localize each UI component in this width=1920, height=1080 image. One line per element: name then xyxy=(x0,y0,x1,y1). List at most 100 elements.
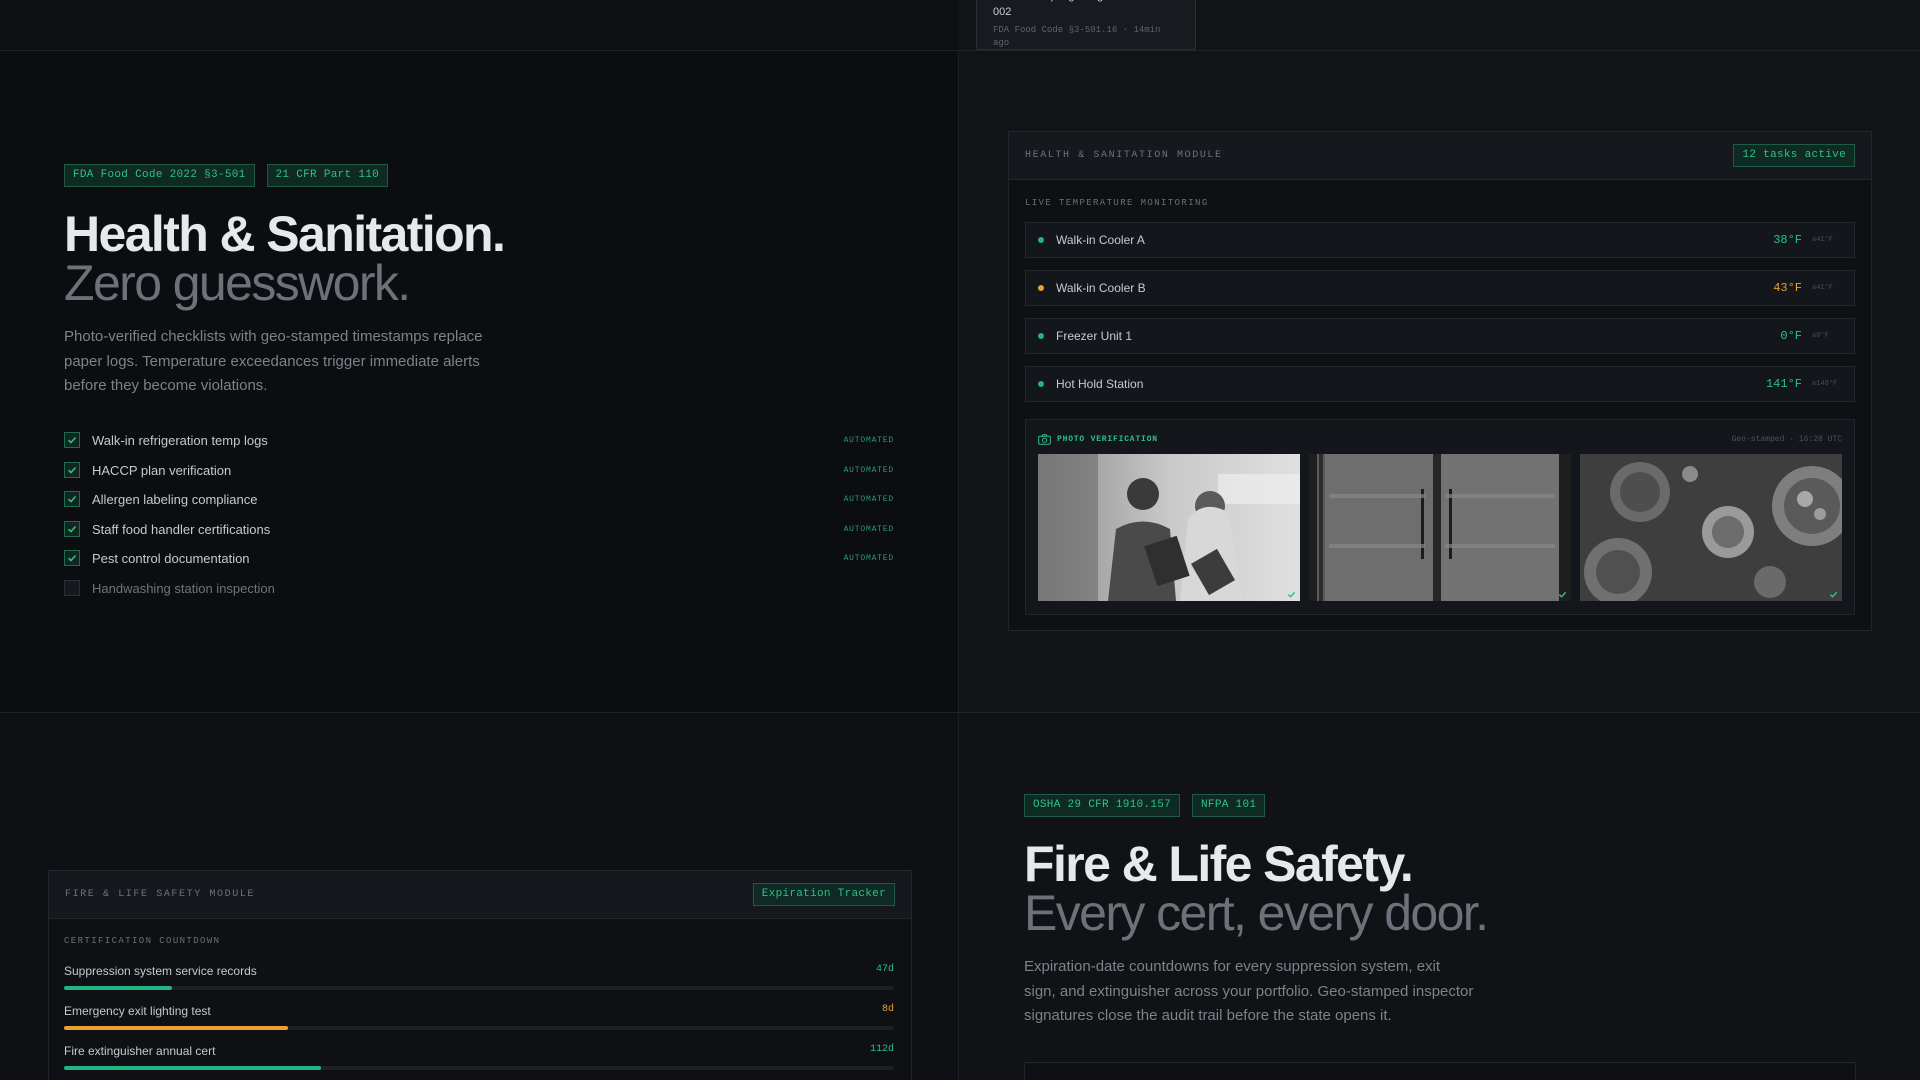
verified-check-icon xyxy=(1558,591,1567,598)
checklist-item[interactable]: Staff food handler certifications AUTOMA… xyxy=(64,519,894,539)
section-divider-top xyxy=(0,50,1920,51)
checkbox-checked[interactable] xyxy=(64,462,80,478)
badge-nfpa-101: NFPA 101 xyxy=(1192,794,1266,817)
temperature-value: 141°F xyxy=(1765,377,1802,391)
task-notification-card[interactable]: Walk-in temp log assigned — FAC-002 FDA … xyxy=(976,0,1196,50)
progress-fill xyxy=(64,1066,322,1070)
check-icon xyxy=(67,495,77,503)
checklist-item-label: Allergen labeling compliance xyxy=(92,491,258,507)
fire-badges: OSHA 29 CFR 1910.157 NFPA 101 xyxy=(1024,794,1266,817)
fire-subtitle: Every cert, every door. xyxy=(1024,885,1489,941)
temperature-row[interactable]: Hot Hold Station 141°F ≥140°F xyxy=(1025,366,1855,402)
temperature-row[interactable]: Walk-in Cooler B 43°F ≤41°F xyxy=(1025,270,1855,306)
fire-title: Fire & Life Safety. xyxy=(1024,836,1414,892)
panel-title: HEALTH & SANITATION MODULE xyxy=(1025,150,1223,161)
panel-header: FIRE & LIFE SAFETY MODULE Expiration Tra… xyxy=(49,871,911,919)
checkbox-checked[interactable] xyxy=(64,491,80,507)
checkbox-checked[interactable] xyxy=(64,432,80,448)
badge-fda-food-code: FDA Food Code 2022 §3-501 xyxy=(64,164,255,187)
temperature-row[interactable]: Freezer Unit 1 0°F ≤0°F xyxy=(1025,318,1855,354)
badge-osha: OSHA 29 CFR 1910.157 xyxy=(1024,794,1181,817)
photo-verification-box: PHOTO VERIFICATION Geo-stamped · 16:28 U… xyxy=(1025,419,1855,615)
unit-name: Freezer Unit 1 xyxy=(1056,329,1133,343)
section-divider-middle xyxy=(0,712,1920,713)
geo-stamp: Geo-stamped · 16:28 UTC xyxy=(1731,434,1842,444)
temperature-limit: ≤41°F xyxy=(1812,236,1834,244)
status-dot xyxy=(1038,333,1044,339)
status-dot xyxy=(1038,381,1044,387)
checklist-item[interactable]: HACCP plan verification AUTOMATED xyxy=(64,460,894,480)
temperature-limit: ≤41°F xyxy=(1812,284,1834,292)
automated-tag: AUTOMATED xyxy=(843,553,894,563)
temperature-row[interactable]: Walk-in Cooler A 38°F ≤41°F xyxy=(1025,222,1855,258)
verified-check-icon xyxy=(1829,591,1838,598)
fire-description: Expiration-date countdowns for every sup… xyxy=(1024,958,1474,1024)
health-heading: Health & Sanitation. Zero guesswork. xyxy=(64,206,506,311)
health-description: Photo-verified checklists with geo-stamp… xyxy=(64,328,483,394)
notification-meta: FDA Food Code §3-501.16 · 14min ago xyxy=(993,25,1161,48)
inspection-photo-image xyxy=(1038,454,1300,601)
check-icon xyxy=(67,436,77,444)
temperature-limit: ≤0°F xyxy=(1812,332,1829,340)
verification-photo-inspection[interactable] xyxy=(1038,454,1300,601)
verification-photo-food[interactable] xyxy=(1580,454,1842,601)
health-sanitation-module-panel: HEALTH & SANITATION MODULE 12 tasks acti… xyxy=(1008,131,1872,631)
automated-tag: AUTOMATED xyxy=(843,435,894,445)
temperature-limit: ≥140°F xyxy=(1812,380,1838,388)
health-title: Health & Sanitation. xyxy=(64,206,506,262)
progress-fill xyxy=(64,1026,289,1030)
expiration-tracker-badge: Expiration Tracker xyxy=(752,883,895,906)
progress-track xyxy=(64,1066,894,1070)
verification-photo-cooler[interactable] xyxy=(1309,454,1571,601)
column-divider xyxy=(958,50,959,1080)
automated-tag: AUTOMATED xyxy=(843,524,894,534)
progress-fill xyxy=(64,986,172,990)
panel-title: FIRE & LIFE SAFETY MODULE xyxy=(65,889,256,900)
health-badges: FDA Food Code 2022 §3-501 21 CFR Part 11… xyxy=(64,164,389,187)
checklist-item[interactable]: Handwashing station inspection xyxy=(64,578,894,598)
checkbox-checked[interactable] xyxy=(64,550,80,566)
unit-name: Walk-in Cooler A xyxy=(1056,233,1145,247)
certification-row[interactable]: Suppression system service records 47d xyxy=(64,964,894,990)
days-remaining: 47d xyxy=(875,964,894,975)
check-icon xyxy=(67,554,77,562)
certification-label: Suppression system service records xyxy=(64,964,257,978)
certification-row[interactable]: Fire extinguisher annual cert 112d xyxy=(64,1044,894,1070)
checklist-item[interactable]: Walk-in refrigeration temp logs AUTOMATE… xyxy=(64,430,894,450)
days-remaining: 112d xyxy=(869,1044,894,1055)
verified-check-icon xyxy=(1287,591,1296,598)
temperature-value: 43°F xyxy=(1773,281,1802,295)
certification-label: Fire extinguisher annual cert xyxy=(64,1044,216,1058)
unit-name: Walk-in Cooler B xyxy=(1056,281,1146,295)
panel-header: HEALTH & SANITATION MODULE 12 tasks acti… xyxy=(1009,132,1871,180)
temperature-value: 0°F xyxy=(1780,329,1802,343)
food-photo-image xyxy=(1580,454,1842,601)
checklist-item[interactable]: Pest control documentation AUTOMATED xyxy=(64,548,894,568)
status-dot xyxy=(1038,237,1044,243)
checklist-item-label: Handwashing station inspection xyxy=(92,580,275,596)
badge-cfr-part-110: 21 CFR Part 110 xyxy=(266,164,389,187)
camera-icon xyxy=(1038,433,1051,445)
checklist-item-label: Staff food handler certifications xyxy=(92,521,271,537)
progress-track xyxy=(64,986,894,990)
check-icon xyxy=(67,466,77,474)
checkbox-checked[interactable] xyxy=(64,521,80,537)
checklist-item-label: Pest control documentation xyxy=(92,550,250,566)
checklist-item[interactable]: Allergen labeling compliance AUTOMATED xyxy=(64,489,894,509)
tasks-active-badge: 12 tasks active xyxy=(1733,144,1855,167)
temperature-value: 38°F xyxy=(1773,233,1802,247)
notification-title: Walk-in temp log assigned — FAC-002 xyxy=(993,0,1164,18)
health-subtitle: Zero guesswork. xyxy=(64,255,411,311)
days-remaining: 8d xyxy=(881,1004,894,1015)
photo-verification-label: PHOTO VERIFICATION xyxy=(1038,433,1158,445)
checkbox-unchecked[interactable] xyxy=(64,580,80,596)
fire-module-preview-panel xyxy=(1024,1062,1856,1080)
certification-row[interactable]: Emergency exit lighting test 8d xyxy=(64,1004,894,1030)
checklist-item-label: Walk-in refrigeration temp logs xyxy=(92,432,268,448)
automated-tag: AUTOMATED xyxy=(843,494,894,504)
temperature-section-label: LIVE TEMPERATURE MONITORING xyxy=(1025,198,1209,208)
progress-track xyxy=(64,1026,894,1030)
fire-heading: Fire & Life Safety. Every cert, every do… xyxy=(1024,836,1489,941)
countdown-section-label: CERTIFICATION COUNTDOWN xyxy=(64,936,221,946)
cooler-photo-image xyxy=(1309,454,1571,601)
